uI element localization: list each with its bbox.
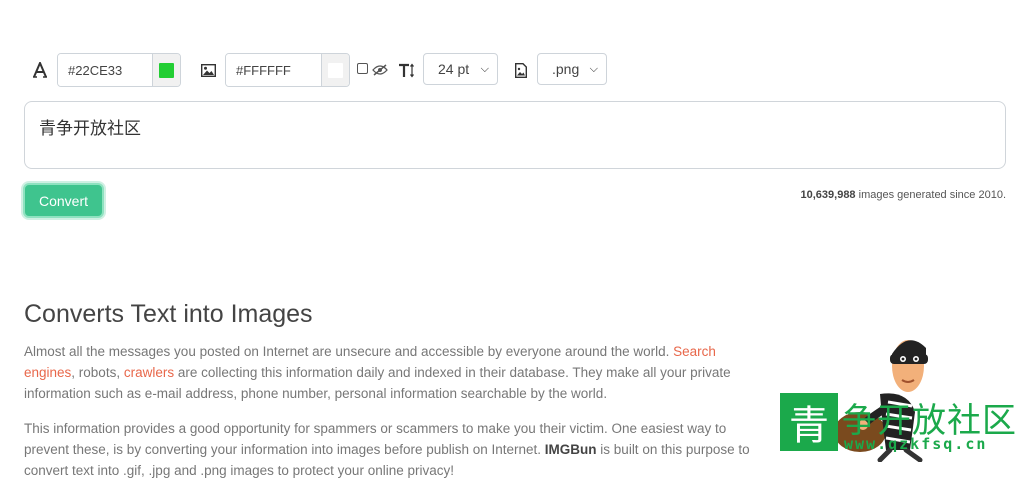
convert-button[interactable]: Convert	[23, 183, 104, 218]
convert-button-label: Convert	[38, 192, 89, 209]
font-size-value: 24 pt	[438, 61, 470, 77]
format-value: .png	[552, 61, 580, 77]
generation-suffix: images generated since 2010.	[855, 189, 1006, 201]
text-color-group	[57, 53, 181, 87]
crawlers-link[interactable]: crawlers	[124, 365, 174, 380]
bg-color-input[interactable]	[226, 54, 321, 86]
bg-color-picker[interactable]	[321, 54, 349, 86]
chevron-down-icon: ⌵	[480, 62, 489, 75]
generation-count: 10,639,988	[800, 189, 856, 201]
brand-name: IMGBun	[544, 442, 597, 457]
watermark-box-char: 青	[789, 403, 829, 449]
text-color-swatch	[159, 62, 174, 78]
intro-paragraph: Almost all the messages you posted on In…	[24, 341, 754, 404]
site-watermark: 青 争开放社区 www.qzkfsq.cn	[780, 393, 1016, 453]
image-icon	[198, 53, 218, 87]
text-input-value: 青争开放社区	[39, 119, 141, 138]
font-size-select[interactable]: 24 pt ⌵	[423, 53, 498, 85]
watermark-box: 青	[780, 393, 838, 451]
text-color-picker[interactable]	[152, 54, 180, 86]
bg-color-group	[225, 53, 350, 87]
watermark-url: www.qzkfsq.cn	[844, 435, 988, 453]
purpose-paragraph: This information provides a good opportu…	[24, 418, 754, 481]
toolbar: 24 pt ⌵ .png ⌵	[24, 53, 724, 87]
format-select[interactable]: .png ⌵	[537, 53, 607, 85]
eye-slash-icon	[371, 53, 389, 87]
text-height-icon	[396, 53, 416, 87]
text-color-input[interactable]	[58, 54, 152, 86]
text-input-area[interactable]: 青争开放社区	[24, 101, 1006, 169]
file-image-icon	[512, 53, 530, 87]
section-heading: Converts Text into Images	[24, 300, 313, 328]
p1-text-a: Almost all the messages you posted on In…	[24, 344, 674, 359]
chevron-down-icon: ⌵	[589, 62, 598, 75]
bg-color-swatch	[328, 62, 343, 78]
generation-stats: 10,639,988 images generated since 2010.	[801, 189, 1007, 201]
transparent-checkbox[interactable]	[357, 63, 368, 74]
page: 24 pt ⌵ .png ⌵ 青争开放社区 Convert 10,639,988…	[0, 0, 1024, 494]
p1-text-b: , robots,	[71, 365, 124, 380]
font-letter-icon	[30, 53, 50, 87]
